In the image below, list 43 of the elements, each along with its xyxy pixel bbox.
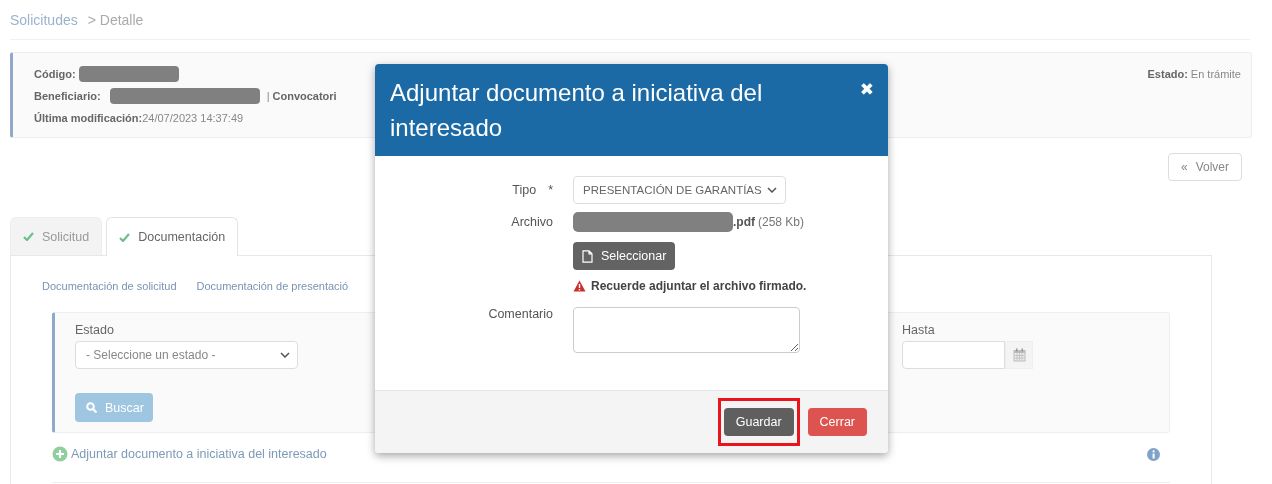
warning-text: Recuerde adjuntar el archivo firmado. bbox=[591, 279, 807, 293]
field-label: Hasta bbox=[902, 323, 936, 337]
field-label: Beneficiario: bbox=[34, 90, 101, 102]
chevron-icon bbox=[767, 187, 777, 193]
separator: | bbox=[266, 90, 270, 102]
save-button[interactable]: Guardar bbox=[723, 408, 794, 436]
add-document-link[interactable]: Adjuntar documento a iniciativa del interesado bbox=[52, 446, 327, 462]
calendar-icon bbox=[1012, 348, 1026, 362]
date-field[interactable] bbox=[902, 341, 1005, 369]
breadcrumb-link[interactable]: Solicitudes bbox=[10, 11, 78, 28]
plus-circle-icon bbox=[52, 446, 68, 462]
required-mark: * bbox=[548, 183, 553, 197]
breadcrumb-current: > Detalle bbox=[87, 11, 144, 28]
section-link[interactable]: Documentación de presentació bbox=[196, 280, 349, 292]
field-label: Última modificación: bbox=[34, 112, 143, 124]
search-icon bbox=[86, 402, 97, 413]
comment-field[interactable] bbox=[573, 307, 800, 353]
field-label: Tipo bbox=[512, 183, 537, 197]
field-value: 24/07/2023 14:37:49 bbox=[142, 112, 244, 124]
back-button[interactable]: « Volver bbox=[1167, 153, 1242, 181]
field-value: En trámite bbox=[1190, 68, 1241, 80]
field-label: Estado bbox=[75, 323, 115, 337]
dialog-title: Adjuntar documento a iniciativa del interesado bbox=[390, 78, 764, 143]
close-button[interactable]: ✖ bbox=[859, 79, 874, 99]
field-label: Convocatori bbox=[272, 90, 337, 102]
file-icon bbox=[582, 249, 593, 263]
type-select[interactable]: PRESENTACIÓN DE GARANTÍAS bbox=[573, 176, 786, 204]
field-label: Código: bbox=[34, 68, 76, 80]
field-label: Comentario bbox=[488, 307, 553, 321]
field-label: Archivo bbox=[511, 215, 553, 229]
tab[interactable]: Solicitud bbox=[10, 217, 103, 255]
warning-icon bbox=[573, 280, 586, 292]
tab[interactable]: Documentación bbox=[106, 217, 239, 256]
close-dialog-button[interactable]: Cerrar bbox=[807, 408, 867, 436]
calendar-button[interactable] bbox=[1005, 341, 1033, 369]
field-label: Estado: bbox=[1147, 68, 1188, 80]
section-link[interactable]: Documentación de solicitud bbox=[42, 280, 177, 292]
file-extension: .pdf bbox=[733, 215, 755, 229]
chevron-icon bbox=[280, 352, 290, 358]
info-icon bbox=[1147, 447, 1160, 461]
status-select[interactable]: - Seleccione un estado - bbox=[75, 341, 298, 369]
file-size: (258 Kb) bbox=[758, 215, 805, 229]
select-file-button[interactable]: Seleccionar bbox=[573, 242, 675, 270]
